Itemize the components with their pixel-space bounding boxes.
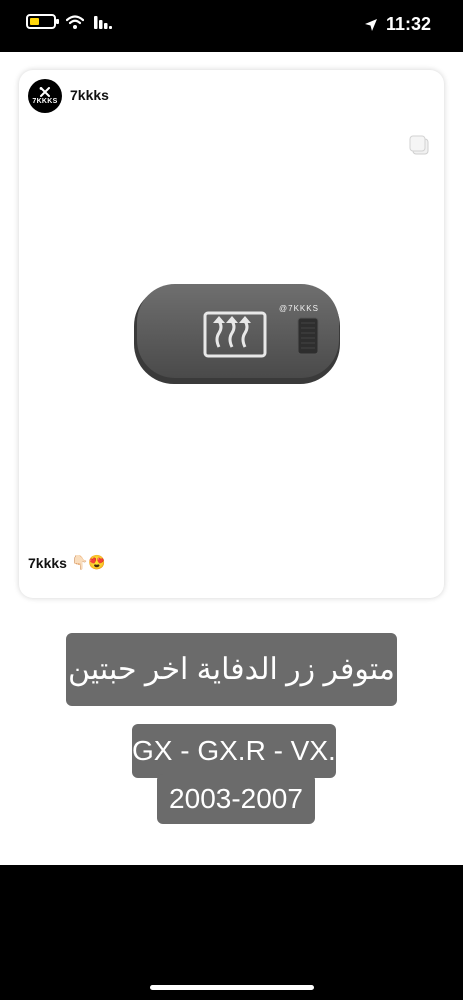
years-text-banner: 2003-2007 (157, 774, 315, 824)
status-bar: 11:32 (0, 0, 463, 52)
tools-icon (39, 87, 50, 97)
avatar[interactable]: 7KKKS (28, 79, 62, 113)
cellular-signal-icon (94, 15, 112, 29)
status-right: 11:32 (364, 14, 431, 35)
wifi-icon (66, 14, 84, 29)
battery-icon (26, 14, 59, 29)
models-text-banner: GX - GX.R - VX.R (132, 724, 356, 778)
caption-emojis: 👇🏻😍 (70, 554, 106, 570)
location-arrow-icon (364, 18, 377, 31)
home-indicator[interactable] (150, 985, 314, 990)
post-caption: 7kkks 👇🏻😍 (28, 554, 106, 571)
multiple-photos-icon (409, 135, 429, 155)
story-canvas[interactable]: 7KKKS 7kkks @7KKKS 7kkks 👇🏻😍 متوفر زر ال… (0, 52, 463, 865)
defroster-switch-image: @7KKKS (134, 284, 340, 384)
avatar-logo-text: 7KKKS (32, 98, 58, 105)
availability-text-banner: متوفر زر الدفاية اخر حبتين (66, 633, 397, 706)
status-left (26, 14, 112, 29)
shared-post-card[interactable]: 7KKKS 7kkks @7KKKS 7kkks 👇🏻😍 (19, 70, 444, 598)
status-time: 11:32 (385, 14, 431, 34)
post-username[interactable]: 7kkks (70, 87, 109, 103)
caption-username[interactable]: 7kkks (28, 555, 67, 571)
watermark-text: @7KKKS (279, 304, 319, 313)
